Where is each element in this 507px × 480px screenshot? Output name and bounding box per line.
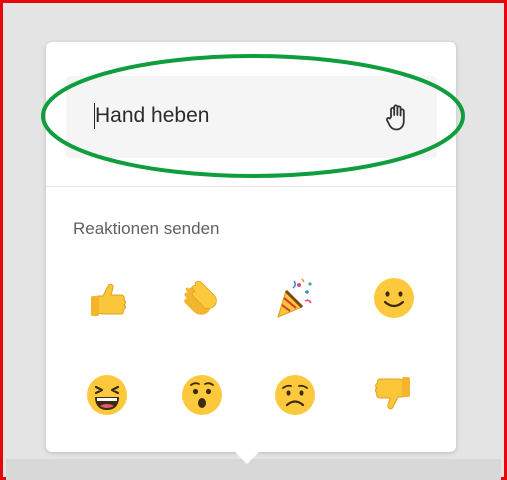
sad-face-icon — [275, 375, 315, 415]
surprised-face-icon — [182, 375, 222, 415]
reaction-surprised-button[interactable] — [177, 370, 227, 420]
thumbs-up-icon — [91, 283, 126, 316]
reaction-celebrate-button[interactable] — [270, 273, 320, 323]
reactions-section-title: Reaktionen senden — [73, 219, 220, 238]
clapping-hands-icon — [184, 280, 217, 315]
party-popper-icon — [277, 278, 312, 318]
popup-pointer — [235, 452, 259, 464]
thumbs-down-icon — [375, 377, 410, 410]
raise-hand-label: Hand heben — [95, 104, 210, 127]
reaction-laugh-button[interactable] — [82, 370, 132, 420]
raise-hand-button[interactable]: Hand heben — [66, 76, 437, 158]
reaction-applause-button[interactable] — [177, 273, 227, 323]
menu-divider — [46, 186, 456, 187]
reaction-like-button[interactable] — [82, 273, 132, 323]
reaction-sad-button[interactable] — [270, 370, 320, 420]
reactions-popup: Hand heben Reaktionen senden — [46, 42, 456, 452]
reaction-dislike-button[interactable] — [369, 370, 419, 420]
smiling-face-icon — [374, 278, 414, 318]
reaction-smile-button[interactable] — [369, 273, 419, 323]
laughing-face-icon — [87, 375, 127, 415]
hand-raise-icon — [384, 102, 410, 132]
